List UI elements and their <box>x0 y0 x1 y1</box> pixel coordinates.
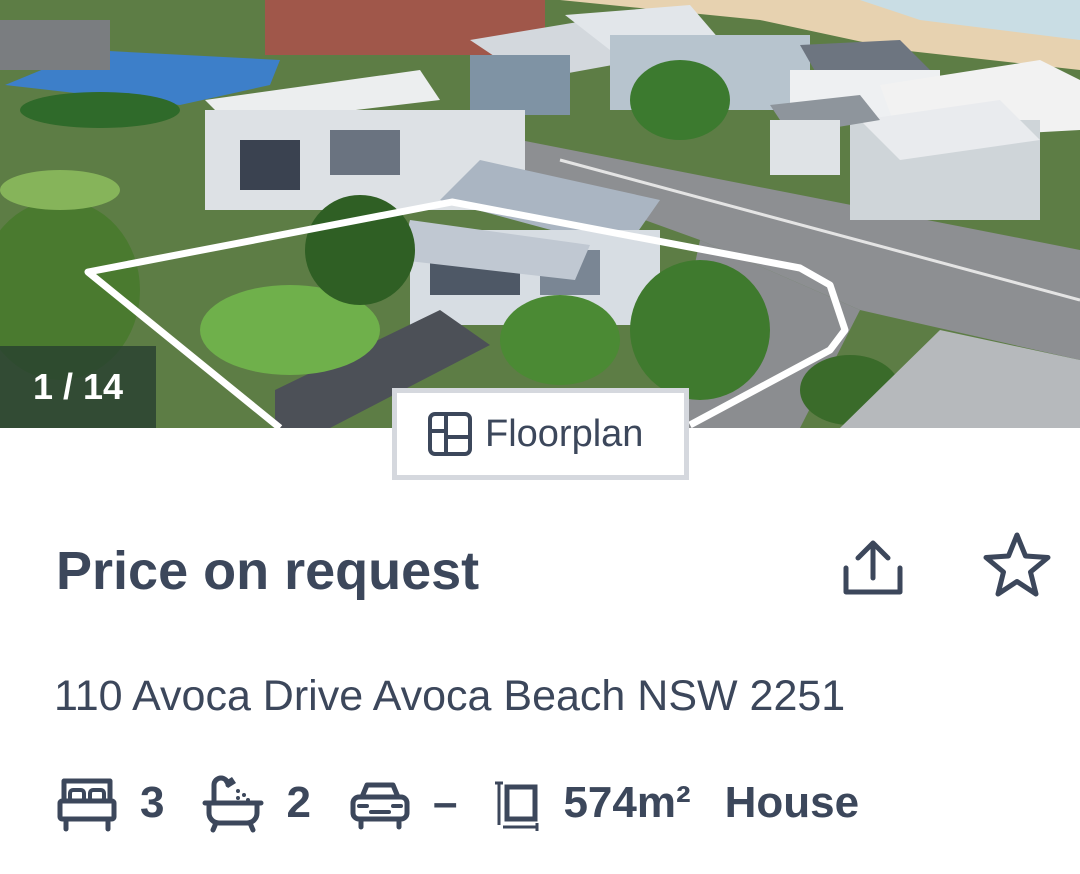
bed-icon <box>56 773 118 833</box>
photo-counter: 1 / 14 <box>0 346 156 428</box>
property-type: House <box>724 778 860 827</box>
land-size-feature: 574m² <box>493 773 691 833</box>
parking-count: – <box>432 778 458 827</box>
floorplan-label: Floorplan <box>485 412 644 455</box>
parking-feature: – <box>349 773 457 833</box>
bedrooms-feature: 3 <box>56 773 164 833</box>
floorplan-icon <box>427 411 473 457</box>
car-icon <box>349 773 411 833</box>
bath-icon <box>202 773 264 833</box>
share-button[interactable] <box>838 536 908 600</box>
favourite-button[interactable] <box>982 530 1052 598</box>
share-icon <box>843 540 903 595</box>
bathrooms-feature: 2 <box>202 773 311 833</box>
bathrooms-count: 2 <box>286 778 311 827</box>
hero-photo[interactable]: 1 / 14 <box>0 0 1080 428</box>
star-icon <box>983 532 1051 597</box>
land-size-value: 574m² <box>563 778 691 827</box>
address: 110 Avoca Drive Avoca Beach NSW 2251 <box>54 672 846 720</box>
price: Price on request <box>56 541 480 601</box>
bedrooms-count: 3 <box>140 778 165 827</box>
land-size-icon <box>493 773 541 833</box>
property-features: 3 2 – 574m² House <box>56 770 859 836</box>
floorplan-button[interactable]: Floorplan <box>392 388 689 480</box>
aerial-property-photo <box>0 0 1080 428</box>
